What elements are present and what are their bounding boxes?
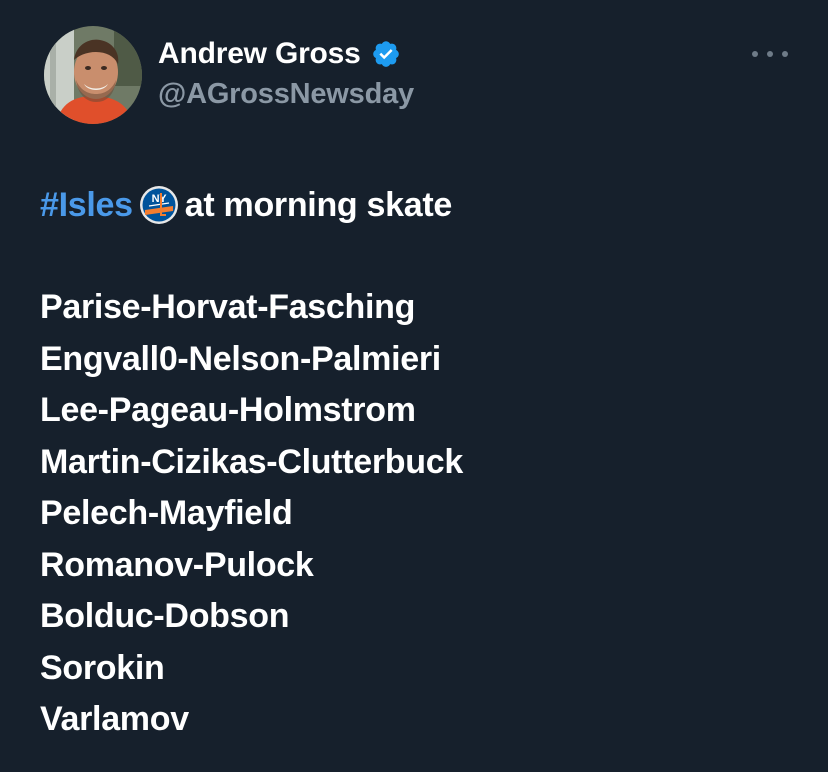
lineup-line: Varlamov xyxy=(40,700,189,738)
tweet-card: Andrew Gross @AGrossNewsday #Isles NY at xyxy=(0,0,828,772)
lineup-line: Pelech-Mayfield xyxy=(40,494,293,532)
lineup-line: Parise-Horvat-Fasching xyxy=(40,288,416,326)
more-dot xyxy=(752,51,758,57)
avatar[interactable] xyxy=(44,26,142,124)
more-dot xyxy=(782,51,788,57)
lineup-line: Martin-Cizikas-Clutterbuck xyxy=(40,442,463,481)
ny-islanders-logo-icon: NY xyxy=(139,185,179,225)
tweet-headline: #Isles NY at morning skate xyxy=(40,184,452,226)
author-display-name[interactable]: Andrew Gross xyxy=(158,37,361,71)
more-dot xyxy=(767,51,773,57)
verified-badge-icon xyxy=(371,39,401,69)
author-handle[interactable]: @AGrossNewsday xyxy=(158,78,414,111)
lineup-line: Romanov-Pulock xyxy=(40,545,314,584)
lineup-line: Engvall0-Nelson-Palmieri xyxy=(40,339,441,378)
headline-text: at morning skate xyxy=(184,185,453,224)
lineup-line: Sorokin xyxy=(40,648,165,687)
lineup-line: Bolduc-Dobson xyxy=(40,597,290,635)
hashtag-link[interactable]: #Isles xyxy=(40,186,133,225)
avatar-image xyxy=(44,26,142,124)
lineup-line: Lee-Pageau-Holmstrom xyxy=(40,391,416,429)
author-name-row: Andrew Gross xyxy=(158,36,401,72)
svg-text:NY: NY xyxy=(151,193,167,205)
more-options-icon[interactable] xyxy=(752,44,788,64)
lineup-list: Parise-Horvat-Fasching Engvall0-Nelson-P… xyxy=(40,285,463,749)
